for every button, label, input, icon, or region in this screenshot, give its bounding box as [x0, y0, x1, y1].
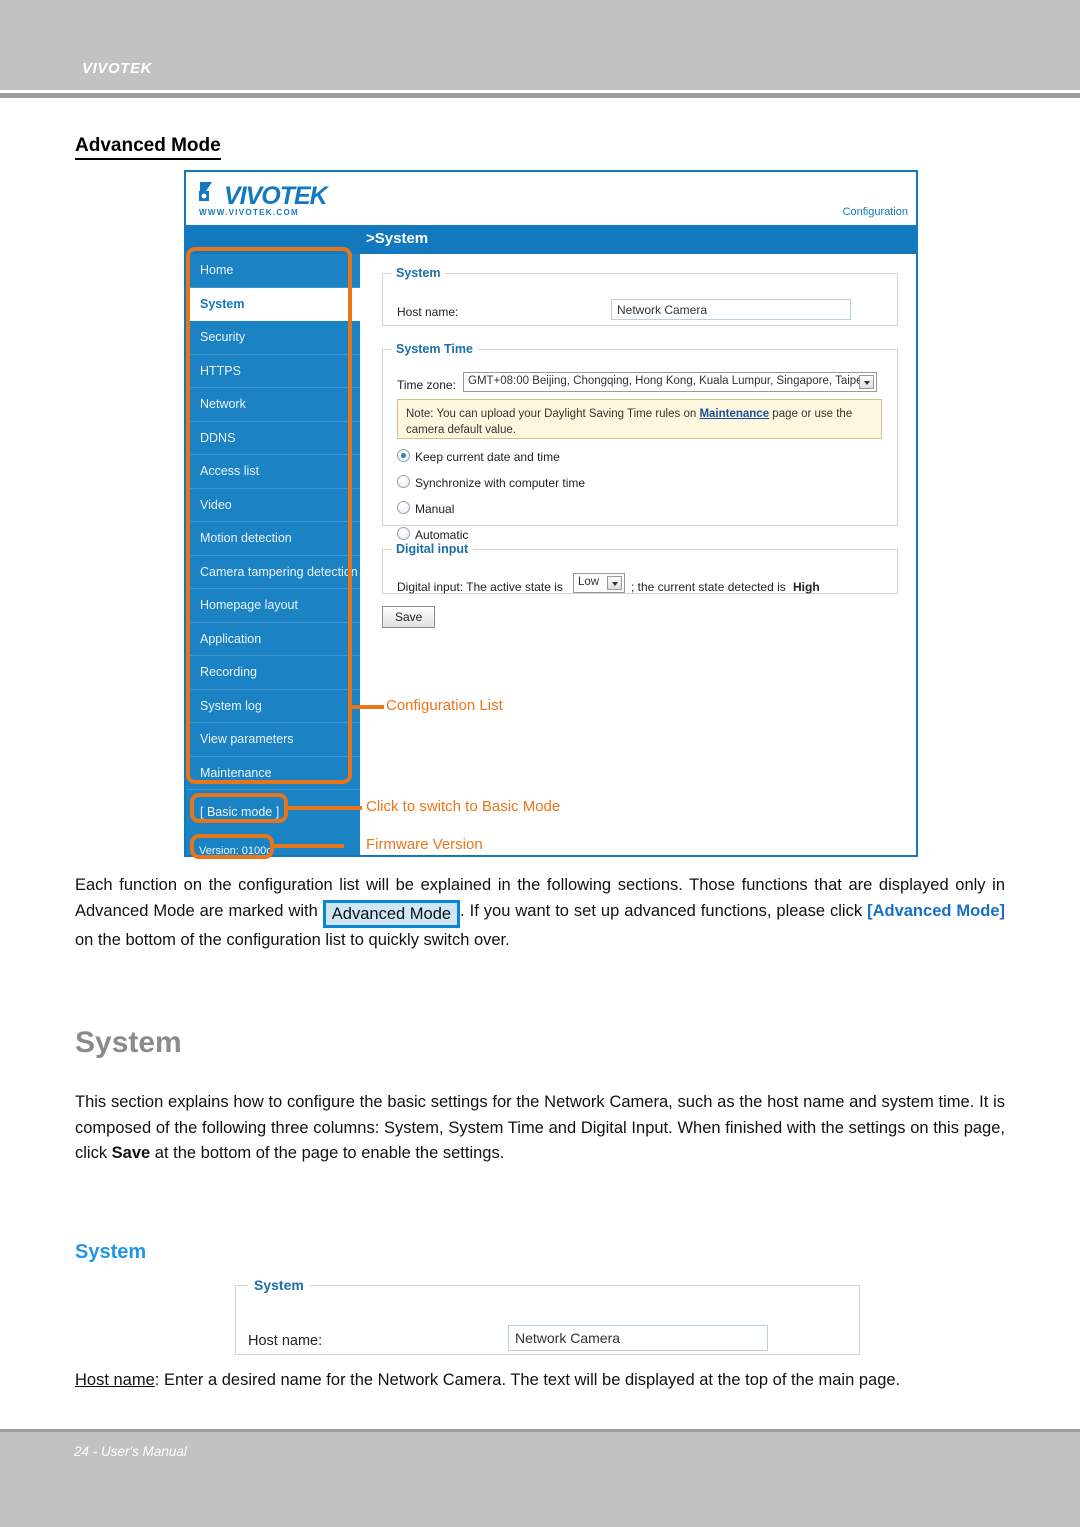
system-fieldset-legend: System: [396, 266, 441, 280]
logo-wordmark: VIVOTEK: [224, 182, 328, 210]
annotation-leader-line: [350, 705, 384, 709]
section-heading-system: System: [75, 1026, 182, 1059]
paragraph-advanced-mode: Each function on the configuration list …: [75, 873, 1005, 953]
radio-icon: [397, 501, 410, 514]
daylight-saving-note: Note: You can upload your Daylight Savin…: [397, 399, 882, 439]
sidebar-item-https[interactable]: HTTPS: [186, 355, 360, 388]
paragraph-text: . If you want to set up advanced functio…: [460, 901, 868, 920]
system-fieldset: System Host name:: [382, 266, 898, 326]
chevron-down-icon: [607, 576, 622, 590]
logo-url: WWW.VIVOTEK.COM: [199, 208, 299, 217]
advanced-mode-badge: Advanced Mode: [322, 899, 461, 928]
digital-input-fieldset-legend: Digital input: [396, 542, 469, 556]
firmware-version-label: Version: 0100c: [199, 845, 272, 857]
annotation-leader-line: [286, 806, 362, 810]
basic-mode-toggle[interactable]: [ Basic mode ]: [194, 802, 285, 822]
digital-input-suffix: ; the current state detected is: [631, 580, 786, 594]
sidebar-item-system[interactable]: System: [186, 287, 360, 321]
header-divider: [0, 93, 1080, 98]
page-brand: VIVOTEK: [82, 60, 153, 77]
radio-label: Automatic: [415, 528, 469, 542]
page-title-advanced-mode: Advanced Mode: [75, 135, 221, 160]
radio-automatic[interactable]: Automatic: [397, 527, 468, 542]
note-prefix: Note: You can upload your Daylight Savin…: [406, 408, 700, 420]
host-name-input[interactable]: [611, 299, 851, 320]
standalone-system-fieldset: System Host name:: [235, 1277, 860, 1355]
vivotek-logo: VIVOTEK WWW.VIVOTEK.COM: [198, 180, 348, 222]
camera-logo-bar: VIVOTEK WWW.VIVOTEK.COM Configuration: [186, 172, 916, 225]
save-button[interactable]: Save: [382, 606, 436, 628]
breadcrumb: >System: [366, 230, 429, 247]
configuration-link[interactable]: Configuration: [843, 206, 908, 218]
active-state-selected-value: Low: [578, 576, 600, 588]
save-keyword: Save: [111, 1144, 151, 1162]
standalone-system-legend: System: [254, 1277, 304, 1293]
camera-ui-screenshot: VIVOTEK WWW.VIVOTEK.COM Configuration >S…: [184, 170, 918, 857]
maintenance-link[interactable]: Maintenance: [699, 408, 769, 420]
paragraph-text: : Enter a desired name for the Network C…: [154, 1371, 901, 1389]
active-state-select[interactable]: Low: [573, 573, 625, 593]
paragraph-host-name-description: Host name: Enter a desired name for the …: [75, 1368, 1005, 1394]
host-name-keyword: Host name: [75, 1371, 155, 1389]
digital-input-prefix: Digital input: The active state is: [397, 580, 563, 594]
radio-label: Keep current date and time: [415, 450, 560, 464]
chevron-down-icon: [859, 375, 874, 389]
standalone-host-name-label: Host name:: [248, 1333, 323, 1349]
sidebar-item-motion-detection[interactable]: Motion detection: [186, 522, 360, 556]
page-header-band: [0, 0, 1080, 90]
sidebar-item-homepage-layout[interactable]: Homepage layout: [186, 589, 360, 623]
sidebar-item-security[interactable]: Security: [186, 321, 360, 355]
paragraph-system-description: This section explains how to configure t…: [75, 1090, 1005, 1167]
camera-icon: [199, 182, 212, 201]
radio-icon-selected: [397, 449, 410, 462]
digital-input-fieldset: Digital input Digital input: The active …: [382, 542, 898, 594]
host-name-label: Host name:: [397, 305, 459, 319]
sidebar-item-ddns[interactable]: DDNS: [186, 422, 360, 455]
sidebar-item-access-list[interactable]: Access list: [186, 455, 360, 489]
configuration-list-sidebar: Home System Security HTTPS Network DDNS …: [186, 254, 360, 855]
time-zone-select[interactable]: GMT+08:00 Beijing, Chongqing, Hong Kong,…: [463, 372, 877, 392]
paragraph-text: on the bottom of the configuration list …: [75, 930, 510, 949]
annotation-label-configuration-list: Configuration List: [386, 697, 503, 714]
time-zone-label: Time zone:: [397, 378, 456, 392]
camera-titlebar: >System: [186, 225, 916, 254]
annotation-leader-line: [272, 844, 344, 848]
system-time-fieldset-legend: System Time: [396, 342, 473, 356]
radio-label: Manual: [415, 502, 455, 516]
digital-input-detected-state: High: [793, 580, 820, 594]
subsection-heading-system: System: [75, 1241, 147, 1263]
sidebar-item-maintenance[interactable]: Maintenance: [186, 757, 360, 790]
sidebar-item-view-parameters[interactable]: View parameters: [186, 723, 360, 757]
sidebar-item-application[interactable]: Application: [186, 623, 360, 656]
radio-synchronize-computer-time[interactable]: Synchronize with computer time: [397, 475, 585, 490]
time-zone-selected-value: GMT+08:00 Beijing, Chongqing, Hong Kong,…: [468, 375, 866, 387]
system-time-fieldset: System Time Time zone: GMT+08:00 Beijing…: [382, 342, 898, 542]
sidebar-item-network[interactable]: Network: [186, 388, 360, 422]
advanced-mode-link[interactable]: [Advanced Mode]: [867, 902, 1005, 920]
radio-keep-current-date-time[interactable]: Keep current date and time: [397, 449, 560, 464]
sidebar-item-system-log[interactable]: System log: [186, 690, 360, 723]
sidebar-item-video[interactable]: Video: [186, 489, 360, 522]
annotation-label-switch-basic-mode: Click to switch to Basic Mode: [366, 798, 561, 815]
annotation-label-firmware-version: Firmware Version: [366, 836, 483, 853]
camera-content-panel: System Host name: System Time Time zone:…: [360, 254, 916, 855]
sidebar-item-home[interactable]: Home: [186, 254, 360, 288]
sidebar-item-camera-tampering-detection[interactable]: Camera tampering detection: [186, 556, 360, 589]
radio-icon: [397, 475, 410, 488]
standalone-host-name-input[interactable]: [508, 1325, 768, 1351]
radio-manual[interactable]: Manual: [397, 501, 454, 516]
sidebar-item-recording[interactable]: Recording: [186, 656, 360, 690]
paragraph-text: at the bottom of the page to enable the …: [150, 1144, 505, 1162]
footer-page-label: 24 - User's Manual: [74, 1444, 187, 1459]
radio-icon: [397, 527, 410, 540]
radio-label: Synchronize with computer time: [415, 476, 586, 490]
